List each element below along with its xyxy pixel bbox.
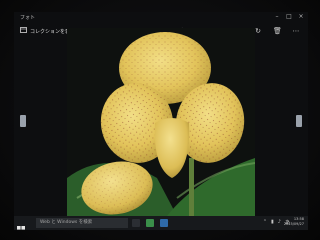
taskbar-search-input[interactable]: Web と Windows を検索	[36, 218, 128, 228]
rotate-icon[interactable]: ↻	[254, 27, 262, 35]
previous-photo-icon[interactable]	[20, 115, 26, 127]
windows-start-icon[interactable]	[17, 219, 25, 230]
clock-date: 2015/09/27	[283, 222, 304, 226]
tray-arrow-icon[interactable]: ⌃	[263, 219, 267, 226]
taskbar-apps	[132, 219, 168, 227]
collection-icon	[20, 27, 27, 35]
maximize-icon[interactable]: □	[286, 13, 292, 20]
orchid-photo	[67, 28, 255, 216]
taskbar: Web と Windows を検索 ⌃ ▮ ♪ あ 13:58 2015/09/…	[14, 216, 308, 230]
taskbar-clock[interactable]: 13:58 2015/09/27	[284, 217, 304, 227]
task-view-icon[interactable]	[132, 219, 140, 227]
photos-app-icon[interactable]	[160, 219, 168, 227]
window-titlebar: フォト – □ ×	[14, 12, 308, 22]
minimize-icon[interactable]: –	[274, 13, 280, 20]
network-icon[interactable]: ▮	[271, 219, 274, 226]
window-controls: – □ ×	[274, 13, 304, 20]
next-photo-icon[interactable]	[296, 115, 302, 127]
more-icon[interactable]: ⋯	[292, 27, 300, 35]
app-title: フォト	[20, 15, 36, 21]
close-icon[interactable]: ×	[298, 13, 304, 20]
screen: フォト – □ × コレクションを表示 ⇪ ▭ ✎ ⟲ ↻ 🗑 ⋯	[14, 12, 308, 230]
delete-icon[interactable]: 🗑	[273, 27, 282, 35]
store-app-icon[interactable]	[146, 219, 154, 227]
volume-icon[interactable]: ♪	[278, 219, 281, 226]
orchid-illustration	[67, 28, 255, 216]
